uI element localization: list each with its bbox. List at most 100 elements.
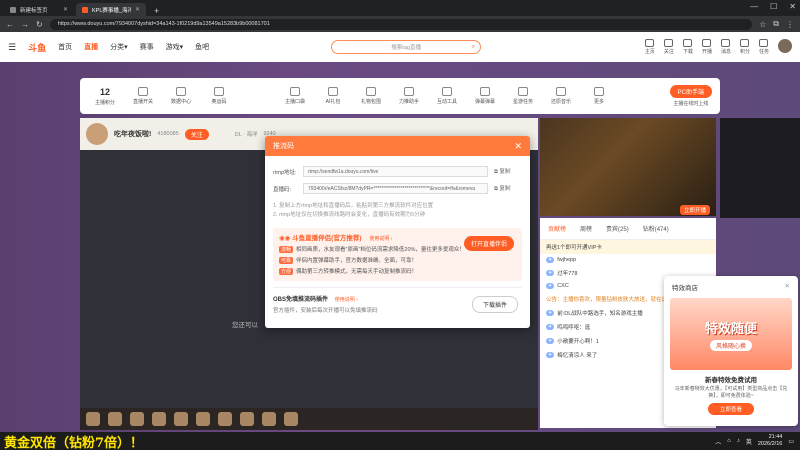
hamburger-menu-icon[interactable]: ☰	[8, 42, 16, 53]
follow-button[interactable]: 关注	[664, 39, 674, 55]
back-icon[interactable]: ←	[6, 20, 14, 29]
nav-fishbar[interactable]: 鱼吧	[195, 42, 209, 52]
close-window-icon[interactable]: ✕	[789, 2, 796, 11]
tool-boost[interactable]: 力推助手	[392, 87, 426, 105]
gift-item[interactable]	[174, 412, 188, 426]
stream-code-field[interactable]: 793400r/eACSfsz/8M?dyPR=****************…	[303, 183, 488, 194]
site-header: ☰ 斗鱼 首页 直播 分类▾ 赛事 游戏▾ 鱼吧 搜索tag直播 ⌕ 主页 关注…	[0, 32, 800, 62]
volume-icon[interactable]: ♪	[737, 438, 740, 444]
tool-stream-switch[interactable]: 直播开关	[126, 87, 160, 105]
messages-button[interactable]: 消息	[721, 39, 731, 55]
tool-audio[interactable]: 奥运码	[202, 87, 236, 105]
follow-button[interactable]: 关注	[184, 128, 209, 140]
home-button[interactable]: 主页	[645, 39, 655, 55]
gift-item[interactable]	[262, 412, 276, 426]
points-button[interactable]: 积分	[740, 39, 750, 55]
gift-item[interactable]	[86, 412, 100, 426]
tool-pocket[interactable]: 主播口袋	[278, 87, 312, 105]
tool-interact[interactable]: 互动工具	[430, 87, 464, 105]
window-controls: — ☐ ✕	[750, 2, 796, 11]
gift-item[interactable]	[152, 412, 166, 426]
tab-diamond[interactable]: 钻粉(474)	[643, 224, 669, 233]
url-field[interactable]: https://www.douyu.com/7934007dyshid=34a1…	[49, 18, 753, 30]
copy-label: 复制	[499, 186, 511, 192]
shop-banner[interactable]: 特效随便 风格随心换	[670, 298, 792, 370]
chat-message-text: fwjhepp	[557, 257, 577, 263]
tab-weekly[interactable]: 周榜	[580, 224, 592, 233]
browser-tab[interactable]: 新建标签页 ✕	[4, 3, 74, 16]
rtmp-field[interactable]: rtmp://sendfw1a.douyu.com/live	[303, 166, 488, 177]
download-plugin-button[interactable]: 下载插件	[471, 296, 518, 313]
user-avatar[interactable]	[778, 39, 792, 53]
close-icon[interactable]: ✕	[514, 141, 522, 152]
level-badge: ✦	[546, 352, 555, 358]
close-icon[interactable]: ✕	[785, 282, 790, 292]
copy-code-button[interactable]: ⧉ 复制	[494, 184, 510, 193]
input-language[interactable]: 英	[746, 437, 752, 446]
nav-category[interactable]: 分类▾	[110, 42, 128, 52]
search-icon[interactable]: ⌕	[472, 44, 475, 51]
nav-live[interactable]: 直播	[84, 42, 98, 52]
chat-message-text: 小敞要开心啊！1	[557, 339, 599, 345]
gift-item[interactable]	[196, 412, 210, 426]
promo-help-link[interactable]: 使用说明 ›	[369, 236, 392, 242]
tool-points[interactable]: 12 主播积分	[88, 87, 122, 106]
level-badge: ✦	[546, 270, 555, 276]
search-input[interactable]: 搜索tag直播 ⌕	[331, 40, 482, 54]
tool-data-center[interactable]: 数据中心	[164, 87, 198, 105]
pc-assistant-button[interactable]: PC助手端	[669, 85, 712, 98]
close-tab-icon[interactable]: ✕	[63, 6, 68, 13]
tool-danmaku[interactable]: 弹幕弹幕	[468, 87, 502, 105]
clock-date: 2026/2/16	[757, 441, 783, 447]
forward-icon[interactable]: →	[21, 20, 29, 29]
obs-help-link[interactable]: 使用说明 ›	[335, 297, 358, 303]
level-badge: ✦	[546, 257, 555, 263]
copy-rtmp-button[interactable]: ⧉ 复制	[494, 167, 510, 176]
streamer-avatar[interactable]	[86, 123, 108, 145]
gift-item[interactable]	[240, 412, 254, 426]
tray-chevron-icon[interactable]: ︿	[715, 437, 721, 446]
promo-line-text: 相同画质，水友观看"原画"档位码流需求降低20%，量往更多爱观众！	[296, 247, 465, 253]
gift-bar	[80, 408, 538, 430]
start-stream-button[interactable]: 开播	[702, 39, 712, 55]
nav-games[interactable]: 游戏▾	[166, 42, 184, 52]
stream-preview[interactable]	[540, 118, 716, 216]
side-banner[interactable]	[720, 118, 800, 218]
view-now-button[interactable]: 立即查看	[708, 403, 754, 415]
gift-item[interactable]	[108, 412, 122, 426]
gift-item[interactable]	[130, 412, 144, 426]
menu-dots-icon[interactable]: ⋮	[786, 20, 794, 29]
notification-icon[interactable]: ▭	[788, 438, 794, 445]
browser-tab-active[interactable]: KPL赛事播_海洋直播_DL - 斗鱼直播 ✕	[76, 3, 146, 16]
chat-message-text: 公告：主播你喜欢，限量钻粉皮肤大放送，就在这里	[546, 297, 673, 303]
bookmark-star-icon[interactable]: ☆	[759, 20, 766, 29]
extensions-icon[interactable]: ⧉	[773, 19, 779, 29]
copy-label: 复制	[499, 169, 511, 175]
maximize-icon[interactable]: ☐	[770, 2, 777, 11]
download-button[interactable]: 下载	[683, 39, 693, 55]
shop-banner-sub: 风格随心换	[709, 339, 752, 351]
tool-star-task[interactable]: 星游任务	[506, 87, 540, 105]
open-companion-button[interactable]: 打开直播伴侣	[463, 236, 514, 251]
network-icon[interactable]: ⌂	[727, 438, 731, 444]
reload-icon[interactable]: ↻	[36, 20, 43, 29]
tool-gift[interactable]: 礼物包围	[354, 87, 388, 105]
tasks-button[interactable]: 任务	[759, 39, 769, 55]
new-tab-button[interactable]: +	[148, 6, 165, 16]
more-icon	[594, 87, 604, 96]
gift-item[interactable]	[218, 412, 232, 426]
tool-ai[interactable]: AI礼包	[316, 87, 350, 105]
tab-vip[interactable]: 贵宾(25)	[606, 224, 629, 233]
minimize-icon[interactable]: —	[750, 2, 758, 11]
nav-home[interactable]: 首页	[58, 42, 72, 52]
tool-music[interactable]: 还原音乐	[544, 87, 578, 105]
nav-events[interactable]: 赛事	[140, 42, 154, 52]
clock[interactable]: 21:44 2026/2/16	[758, 434, 782, 448]
tool-more[interactable]: 更多	[582, 87, 616, 105]
douyu-logo[interactable]: 斗鱼	[28, 41, 46, 54]
code-label: 直播码:	[273, 186, 292, 193]
gift-item[interactable]	[284, 412, 298, 426]
tab-contribution[interactable]: 贡献榜	[548, 224, 566, 233]
close-tab-icon[interactable]: ✕	[135, 6, 140, 13]
start-live-button[interactable]: 立即开播	[679, 205, 710, 215]
